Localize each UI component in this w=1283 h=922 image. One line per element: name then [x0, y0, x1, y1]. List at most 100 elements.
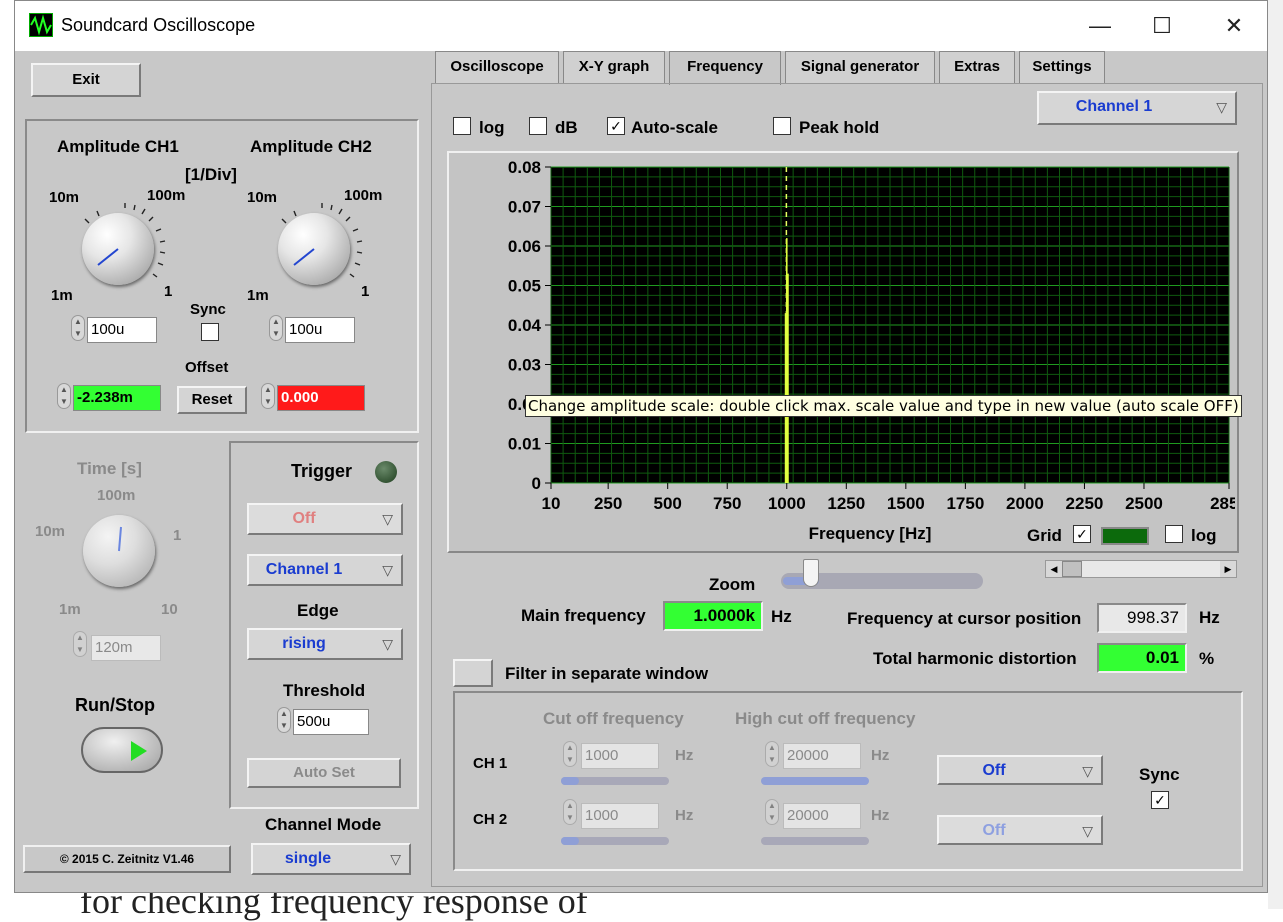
- tab-signal-generator[interactable]: Signal generator: [785, 51, 935, 83]
- background-app-right: [1268, 0, 1283, 909]
- log-label: log: [479, 118, 505, 137]
- x-tick-label: 1250: [827, 494, 865, 513]
- time-knob-100m: 100m: [97, 487, 136, 504]
- edge-label: Edge: [297, 601, 339, 620]
- ch2-low-cutoff-field[interactable]: 1000: [581, 803, 659, 829]
- filter-sync-checkbox[interactable]: ✓: [1151, 791, 1169, 809]
- offset-ch1-field[interactable]: -2.238m: [73, 385, 161, 411]
- run-stop-button[interactable]: [81, 727, 163, 773]
- spectrum-chart[interactable]: 00.010.020.030.040.050.060.070.081025050…: [455, 155, 1235, 545]
- cutoff-label: Cut off frequency: [543, 709, 684, 728]
- ch2-knob-1m: 1m: [247, 287, 269, 304]
- ch1-low-slider-fill: [561, 777, 579, 785]
- ch2-low-spinner[interactable]: ▲ ▼: [563, 799, 577, 825]
- ch1-amplitude-field[interactable]: 100u: [87, 317, 157, 343]
- x-tick-label: 750: [713, 494, 741, 513]
- window-title: Soundcard Oscilloscope: [61, 15, 256, 35]
- ch1-amplitude-spinner[interactable]: ▲ ▼: [71, 315, 85, 341]
- cursor-frequency-unit: Hz: [1199, 608, 1220, 627]
- log-checkbox[interactable]: [453, 117, 471, 135]
- trigger-channel-dropdown[interactable]: Channel 1 ▽: [247, 554, 403, 586]
- grid-color-swatch[interactable]: [1101, 527, 1149, 545]
- x-tick-label: 1000: [768, 494, 806, 513]
- offset-ch1-spinner[interactable]: ▲ ▼: [57, 383, 71, 409]
- ch2-amplitude-field[interactable]: 100u: [285, 317, 355, 343]
- ch2-high-spinner[interactable]: ▲ ▼: [765, 799, 779, 825]
- time-field[interactable]: 120m: [91, 635, 161, 661]
- filter-ch2-dropdown[interactable]: Off ▽: [937, 815, 1103, 845]
- spectrum-channel-label: Channel 1: [1075, 98, 1153, 115]
- channel-mode-dropdown[interactable]: single ▽: [251, 843, 411, 875]
- offset-ch2-field[interactable]: 0.000: [277, 385, 365, 411]
- tab-extras[interactable]: Extras: [939, 51, 1015, 83]
- y-tick-label: 0: [532, 474, 541, 493]
- minimize-icon[interactable]: —: [1077, 9, 1123, 43]
- chevron-down-icon: ▽: [382, 511, 393, 527]
- edge-value: rising: [282, 635, 326, 652]
- x-log-checkbox[interactable]: [1165, 525, 1183, 543]
- chevron-down-icon: ▽: [1216, 99, 1227, 115]
- threshold-label: Threshold: [283, 681, 366, 700]
- trigger-panel: [229, 441, 419, 809]
- trigger-channel-label: Channel 1: [265, 561, 343, 578]
- amplitude-ch2-knob[interactable]: [278, 213, 350, 285]
- ch1-high-unit: Hz: [871, 747, 890, 764]
- amplitude-scale-tooltip: Change amplitude scale: double click max…: [525, 395, 1242, 417]
- exit-button[interactable]: Exit: [31, 63, 141, 97]
- filter-ch1-dropdown[interactable]: Off ▽: [937, 755, 1103, 785]
- ch1-high-spinner[interactable]: ▲ ▼: [765, 741, 779, 767]
- tab-xy-graph[interactable]: X-Y graph: [563, 51, 665, 83]
- peak-hold-checkbox[interactable]: [773, 117, 791, 135]
- spectrum-scrollbar[interactable]: ◀ ▶: [1045, 560, 1237, 578]
- time-label: Time [s]: [77, 459, 142, 478]
- ch1-high-slider[interactable]: [761, 777, 869, 785]
- time-knob-1: 1: [173, 527, 182, 544]
- scroll-left-icon[interactable]: ◀: [1046, 561, 1062, 577]
- cursor-frequency-label: Frequency at cursor position: [847, 609, 1082, 628]
- sync-checkbox[interactable]: [201, 323, 219, 341]
- filter-window-toggle[interactable]: [453, 659, 493, 687]
- ch2-high-cutoff-field[interactable]: 20000: [783, 803, 861, 829]
- zoom-slider-thumb[interactable]: [803, 559, 819, 587]
- trigger-mode-dropdown[interactable]: Off ▽: [247, 503, 403, 535]
- oscilloscope-window: Soundcard Oscilloscope — ☐ ✕ Exit Amplit…: [14, 0, 1268, 893]
- grid-checkbox[interactable]: ✓: [1073, 525, 1091, 543]
- spectrum-channel-dropdown[interactable]: Channel 1 ▽: [1037, 91, 1237, 125]
- offset-ch2-spinner[interactable]: ▲ ▼: [261, 383, 275, 409]
- ch2-amplitude-spinner[interactable]: ▲ ▼: [269, 315, 283, 341]
- scroll-right-icon[interactable]: ▶: [1220, 561, 1236, 577]
- offset-reset-button[interactable]: Reset: [177, 386, 247, 414]
- ch2-high-slider[interactable]: [761, 837, 869, 845]
- maximize-icon[interactable]: ☐: [1139, 9, 1185, 43]
- ch1-low-cutoff-field[interactable]: 1000: [581, 743, 659, 769]
- chevron-down-icon: ▽: [390, 851, 401, 867]
- thd-unit: %: [1199, 649, 1215, 668]
- auto-set-button[interactable]: Auto Set: [247, 758, 401, 788]
- db-checkbox[interactable]: [529, 117, 547, 135]
- ch2-high-unit: Hz: [871, 807, 890, 824]
- tab-settings[interactable]: Settings: [1019, 51, 1105, 83]
- y-tick-label: 0.05: [508, 277, 541, 296]
- filter-sync-label: Sync: [1139, 765, 1180, 784]
- threshold-field[interactable]: 500u: [293, 709, 369, 735]
- ch1-high-cutoff-field[interactable]: 20000: [783, 743, 861, 769]
- ch1-low-spinner[interactable]: ▲ ▼: [563, 741, 577, 767]
- tab-oscilloscope[interactable]: Oscilloscope: [435, 51, 559, 83]
- filter-ch1-mode: Off: [982, 762, 1006, 779]
- main-frequency-label: Main frequency: [521, 606, 646, 625]
- edge-dropdown[interactable]: rising ▽: [247, 628, 403, 660]
- amplitude-ch1-knob[interactable]: [82, 213, 154, 285]
- close-icon[interactable]: ✕: [1211, 9, 1257, 43]
- amplitude-ch1-label: Amplitude CH1: [57, 137, 179, 156]
- time-knob-10: 10: [161, 601, 178, 618]
- scroll-thumb[interactable]: [1062, 561, 1082, 577]
- zoom-label: Zoom: [709, 575, 756, 594]
- time-spinner[interactable]: ▲ ▼: [73, 631, 87, 657]
- time-knob[interactable]: [83, 515, 155, 587]
- auto-scale-checkbox[interactable]: ✓: [607, 117, 625, 135]
- tab-frequency[interactable]: Frequency: [669, 51, 781, 85]
- trigger-mode-label: Off: [292, 510, 316, 527]
- threshold-spinner[interactable]: ▲ ▼: [277, 707, 291, 733]
- x-tick-label: 2500: [1125, 494, 1163, 513]
- x-axis-label: Frequency [Hz]: [809, 524, 932, 543]
